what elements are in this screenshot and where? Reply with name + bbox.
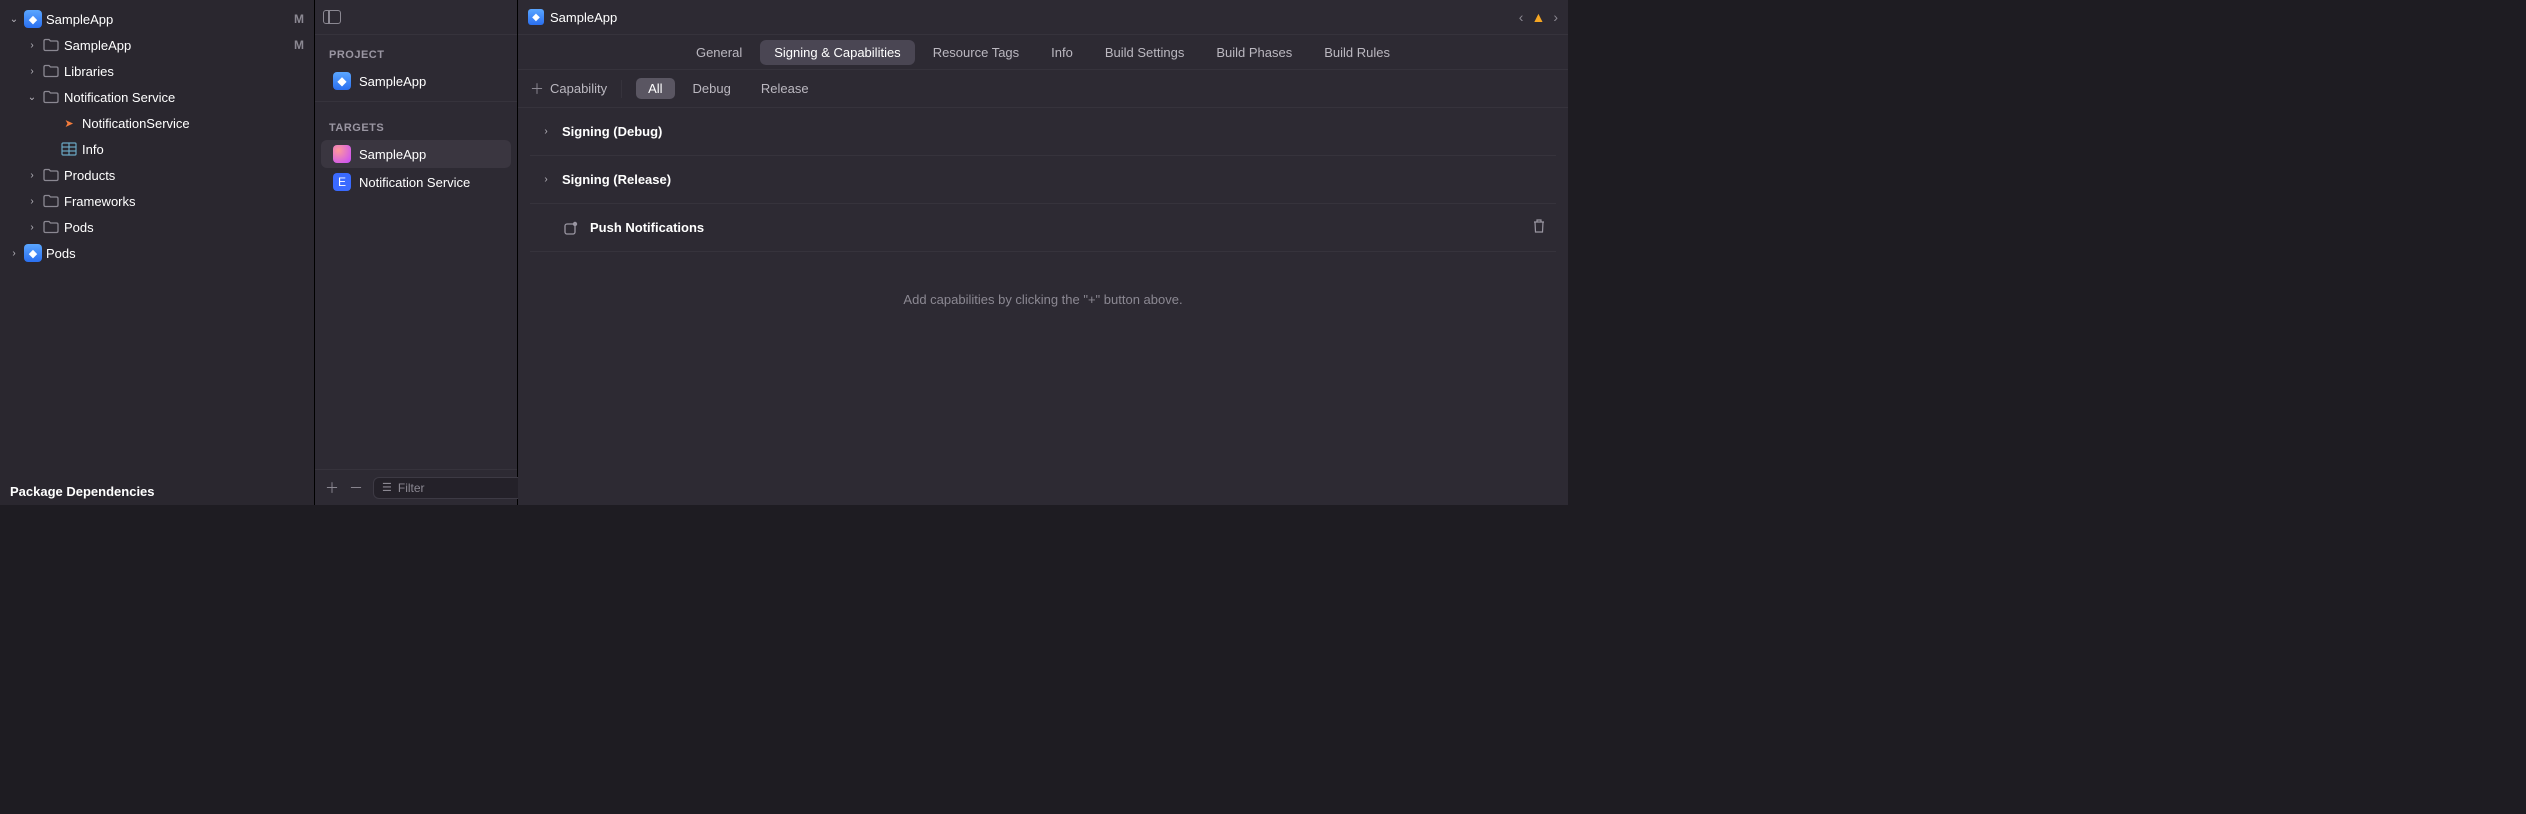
scm-status-badge: M [294,12,304,26]
tree-row-label: Pods [64,220,304,235]
tree-row[interactable]: ➤ NotificationService [0,110,314,136]
target-item-label: SampleApp [359,147,426,162]
settings-tab[interactable]: Build Rules [1310,40,1404,65]
remove-target-button[interactable]: － [349,478,363,498]
tree-row-label: Pods [46,246,304,261]
chevron-right-icon[interactable]: › [26,40,38,51]
config-filter-pill[interactable]: All [636,78,674,99]
folder-icon [42,62,60,80]
tree-row[interactable]: › SampleApp M [0,32,314,58]
settings-tab[interactable]: Signing & Capabilities [760,40,914,65]
tree-row[interactable]: › Pods [0,214,314,240]
chevron-right-icon[interactable]: › [540,174,552,185]
editor-main: ◆ SampleApp ‹ ▲ › GeneralSigning & Capab… [518,0,1568,505]
swift-file-icon: ➤ [60,114,78,132]
folder-icon [42,218,60,236]
project-item[interactable]: ◆ SampleApp [321,67,511,95]
tree-row[interactable]: ⌄ ◆ SampleApp M [0,6,314,32]
warning-icon[interactable]: ▲ [1531,9,1545,25]
toggle-sidebar-icon[interactable] [323,10,341,24]
capability-label: Signing (Release) [562,172,1546,187]
app-icon: ◆ [528,9,544,25]
folder-icon [42,36,60,54]
tree-row-label: Info [82,142,304,157]
outline-footer: ＋ － ☰ [315,469,517,505]
chevron-right-icon[interactable]: › [26,66,38,77]
target-item[interactable]: SampleApp [321,140,511,168]
chevron-right-icon[interactable]: › [26,222,38,233]
capability-row[interactable]: › Signing (Debug) [530,108,1556,156]
tree-row[interactable]: Info [0,136,314,162]
tree-row[interactable]: › ◆ Pods [0,240,314,266]
add-capability-button[interactable]: ＋ Capability [530,79,607,99]
tree-row-label: Frameworks [64,194,304,209]
file-tree: ⌄ ◆ SampleApp M › SampleApp M › Libraries ⌄ Notifi… [0,0,314,474]
targets-outline: PROJECT ◆ SampleApp TARGETS SampleApp E No… [315,0,518,505]
project-navigator: ⌄ ◆ SampleApp M › SampleApp M › Libraries ⌄ Notifi… [0,0,315,505]
outline-header [315,0,517,35]
push-notifications-icon [562,219,580,237]
tree-row-label: NotificationService [82,116,304,131]
add-capability-label: Capability [550,81,607,96]
tree-row[interactable]: › Products [0,162,314,188]
app-icon: ◆ [24,10,42,28]
settings-tab[interactable]: Build Phases [1202,40,1306,65]
chevron-down-icon[interactable]: ⌄ [8,14,20,25]
tree-row-label: Notification Service [64,90,304,105]
app-target-icon [333,145,351,163]
project-item-label: SampleApp [359,74,426,89]
settings-tab[interactable]: General [682,40,756,65]
capability-label: Signing (Debug) [562,124,1546,139]
filter-icon: ☰ [382,481,392,494]
capability-row[interactable]: Push Notifications [530,204,1556,252]
capability-label: Push Notifications [590,220,1522,235]
add-target-button[interactable]: ＋ [325,478,339,498]
breadcrumb-bar: ◆ SampleApp ‹ ▲ › [518,0,1568,35]
folder-icon [42,88,60,106]
tree-row[interactable]: › Frameworks [0,188,314,214]
extension-target-icon: E [333,173,351,191]
tree-row[interactable]: ⌄ Notification Service [0,84,314,110]
delete-capability-button[interactable] [1532,218,1546,237]
tree-row-label: SampleApp [46,12,290,27]
target-item[interactable]: E Notification Service [321,168,511,196]
target-item-label: Notification Service [359,175,470,190]
chevron-right-icon[interactable]: › [26,196,38,207]
tree-row-label: Libraries [64,64,304,79]
breadcrumb[interactable]: ◆ SampleApp [528,9,617,25]
settings-tab[interactable]: Info [1037,40,1087,65]
config-filter-pill[interactable]: Debug [681,78,743,99]
plist-file-icon [60,140,78,158]
capability-row[interactable]: › Signing (Release) [530,156,1556,204]
package-dependencies-header[interactable]: Package Dependencies [0,474,314,505]
nav-back-button[interactable]: ‹ [1519,9,1524,25]
scm-status-badge: M [294,38,304,52]
tree-row[interactable]: › Libraries [0,58,314,84]
folder-icon [42,166,60,184]
capability-toolbar: ＋ Capability All Debug Release [518,70,1568,108]
chevron-right-icon[interactable]: › [26,170,38,181]
nav-forward-button[interactable]: › [1553,9,1558,25]
plus-icon: ＋ [530,79,544,99]
chevron-down-icon[interactable]: ⌄ [26,92,38,103]
capability-list: › Signing (Debug) › Signing (Release) Push N… [518,108,1568,505]
chevron-right-icon[interactable]: › [540,126,552,137]
folder-icon [42,192,60,210]
tree-row-label: SampleApp [64,38,290,53]
tree-row-label: Products [64,168,304,183]
targets-section-label: TARGETS [315,108,517,140]
app-icon: ◆ [333,72,351,90]
breadcrumb-project: SampleApp [550,10,617,25]
settings-tab[interactable]: Resource Tags [919,40,1033,65]
settings-tab[interactable]: Build Settings [1091,40,1199,65]
config-filter-pill[interactable]: Release [749,78,821,99]
project-section-label: PROJECT [315,35,517,67]
app-icon: ◆ [24,244,42,262]
settings-tabs: GeneralSigning & CapabilitiesResource Ta… [518,35,1568,70]
chevron-right-icon[interactable]: › [8,248,20,259]
add-capabilities-hint: Add capabilities by clicking the "+" but… [530,252,1556,347]
